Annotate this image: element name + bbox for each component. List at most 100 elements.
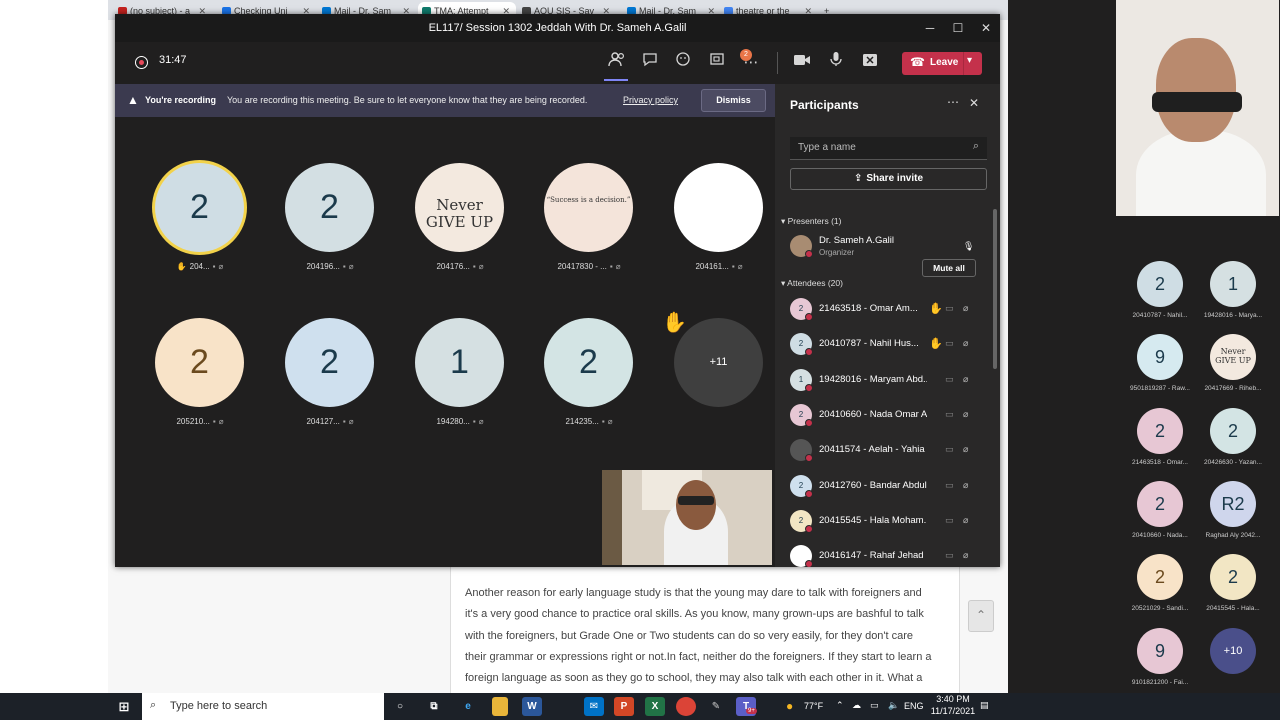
- more-options-icon[interactable]: ⋯: [738, 50, 764, 76]
- participants-icon[interactable]: [604, 50, 630, 76]
- gallery-tile[interactable]: 2 20410787 - Nahil...: [1124, 258, 1196, 328]
- chevron-up-icon[interactable]: ⌃: [836, 700, 844, 711]
- mic-off-icon[interactable]: ⌀: [963, 409, 968, 420]
- system-tray: ● 77°F ⌃ ☁ ▭ 🔈 ENG 3:40 PM 11/17/2021 ▤: [780, 693, 1280, 720]
- participant-tile[interactable]: “Success is a decision.” 20417830 - ... ▪ ⌀: [524, 159, 654, 299]
- gallery-tile[interactable]: 9 9101821200 - Fai...: [1124, 625, 1196, 695]
- dismiss-button[interactable]: Dismiss: [701, 89, 766, 112]
- attendee-row[interactable]: 2 20410660 - Nada Omar A... ▭ ⌀: [775, 398, 1000, 433]
- clock-date[interactable]: 11/17/2021: [928, 706, 978, 716]
- privacy-policy-link[interactable]: Privacy policy: [623, 95, 678, 105]
- self-video-preview[interactable]: [602, 470, 772, 565]
- camera-icon[interactable]: [789, 50, 815, 76]
- participant-tile[interactable]: +11 ✋: [654, 312, 784, 454]
- task-view-icon[interactable]: ⧉: [424, 697, 444, 716]
- mic-off-icon[interactable]: ⌀: [963, 374, 968, 385]
- camera-off-icon: ▪: [731, 262, 735, 271]
- participant-tile[interactable]: Never GIVE UP 204176... ▪ ⌀: [395, 159, 525, 299]
- mail-icon[interactable]: ✉: [584, 697, 604, 716]
- participant-tile[interactable]: 2 204196... ▪ ⌀: [265, 159, 395, 299]
- gallery-tile[interactable]: 2 20415545 - Hala...: [1197, 551, 1269, 621]
- attendee-name: 20410787 - Nahil Hus...: [819, 338, 919, 350]
- attendee-row[interactable]: 1 19428016 - Maryam Abd... ▭ ⌀: [775, 363, 1000, 398]
- clock-time[interactable]: 3:40 PM: [928, 694, 978, 704]
- mute-all-button[interactable]: Mute all: [922, 259, 976, 277]
- attendee-row[interactable]: 2 20412760 - Bandar Abdul... ▭ ⌀: [775, 469, 1000, 504]
- network-icon[interactable]: ☁: [852, 700, 861, 711]
- file-explorer-icon[interactable]: [492, 697, 508, 716]
- attendee-row[interactable]: 2 20410787 - Nahil Hus... ✋ ▭ ⌀: [775, 327, 1000, 362]
- gallery-label: 20410660 - Nada...: [1132, 531, 1188, 539]
- weather-temperature[interactable]: 77°F: [804, 701, 823, 711]
- reactions-icon[interactable]: [670, 50, 696, 76]
- active-tab-underline: [604, 79, 628, 81]
- close-panel-icon[interactable]: ✕: [969, 96, 979, 110]
- mic-off-icon: ⌀: [218, 417, 224, 426]
- volume-icon[interactable]: 🔈: [888, 700, 899, 711]
- presenters-header[interactable]: ▾ Presenters (1): [781, 216, 842, 227]
- edge-icon[interactable]: e: [458, 697, 478, 716]
- panel-more-icon[interactable]: ⋯: [947, 95, 959, 109]
- mic-off-icon[interactable]: ⌀: [963, 480, 968, 491]
- panel-scrollbar[interactable]: [993, 209, 997, 369]
- minimize-icon[interactable]: ─: [916, 14, 944, 42]
- mic-off-icon[interactable]: ⌀: [963, 303, 968, 314]
- gallery-tile[interactable]: 2 20426630 - Yazan...: [1197, 405, 1269, 475]
- presenter-name: Dr. Sameh A.Galil: [819, 235, 894, 246]
- gallery-tile[interactable]: 2 20410660 - Nada...: [1124, 478, 1196, 548]
- gallery-tile[interactable]: 1 19428016 - Marya...: [1197, 258, 1269, 328]
- participant-search-input[interactable]: Type a name ⌕: [790, 137, 987, 160]
- scroll-to-top-button[interactable]: ⌃: [968, 600, 994, 632]
- participant-avatar: 2: [155, 318, 244, 407]
- battery-icon[interactable]: ▭: [870, 700, 879, 711]
- maximize-icon[interactable]: ☐: [944, 14, 972, 42]
- taskbar-search-input[interactable]: ⌕ Type here to search: [142, 693, 384, 720]
- share-screen-icon[interactable]: [857, 50, 883, 76]
- mic-off-icon[interactable]: ⌀: [963, 550, 968, 561]
- gallery-tile[interactable]: 2 21463518 - Omar...: [1124, 405, 1196, 475]
- share-invite-button[interactable]: ⇪ Share invite: [790, 168, 987, 190]
- app-icon[interactable]: ✎: [706, 697, 726, 716]
- participant-tile[interactable]: 2 214235... ▪ ⌀: [524, 314, 654, 454]
- participant-avatar: +11: [674, 318, 763, 407]
- participant-tile[interactable]: 2 204127... ▪ ⌀: [265, 314, 395, 454]
- participant-tile[interactable]: 1 194280... ▪ ⌀: [395, 314, 525, 454]
- gallery-tile[interactable]: 2 20521029 - Sandi...: [1124, 551, 1196, 621]
- attendees-header[interactable]: ▾ Attendees (20): [781, 278, 843, 289]
- camera-off-icon: ▭: [945, 514, 954, 525]
- gallery-avatar: 2: [1210, 554, 1256, 601]
- notification-icon[interactable]: ▤: [980, 700, 989, 711]
- participant-tile[interactable]: 2 205210... ▪ ⌀: [135, 314, 265, 454]
- gallery-tile[interactable]: Never GIVE UP 20417669 - Riheb...: [1197, 331, 1269, 401]
- close-window-icon[interactable]: ✕: [972, 14, 1000, 42]
- participant-tile[interactable]: 2 ✋ 204... ▪ ⌀: [135, 159, 265, 299]
- chevron-down-icon[interactable]: ▾: [967, 55, 972, 66]
- gallery-tile[interactable]: 9 9501819287 - Raw...: [1124, 331, 1196, 401]
- attendee-row[interactable]: 20411574 - Aelah - Yahia ▭ ⌀: [775, 433, 1000, 468]
- phone-hangup-icon: ☎: [910, 55, 925, 69]
- rooms-icon[interactable]: [704, 50, 730, 76]
- windows-start-icon[interactable]: ⊞: [114, 697, 134, 716]
- chrome-icon[interactable]: [676, 697, 696, 716]
- excel-icon[interactable]: X: [645, 697, 665, 716]
- attendee-row[interactable]: 20416147 - Rahaf Jehad ... ▭ ⌀: [775, 539, 1000, 567]
- chat-icon[interactable]: [637, 50, 663, 76]
- attendee-row[interactable]: 2 20415545 - Hala Moham... ▭ ⌀: [775, 504, 1000, 539]
- mic-off-icon[interactable]: ⌀: [963, 338, 968, 349]
- word-icon[interactable]: W: [522, 697, 542, 716]
- input-language[interactable]: ENG: [904, 701, 924, 711]
- presenter-video[interactable]: [1116, 0, 1279, 216]
- attendee-row[interactable]: 2 21463518 - Omar Am... ✋ ▭ ⌀: [775, 292, 1000, 327]
- camera-off-icon: ▭: [945, 408, 954, 419]
- cortana-icon[interactable]: ○: [390, 697, 410, 716]
- leave-label: Leave: [930, 57, 959, 68]
- mic-off-icon[interactable]: ⌀: [963, 515, 968, 526]
- microphone-icon[interactable]: [823, 50, 849, 76]
- gallery-tile[interactable]: +10: [1197, 625, 1269, 695]
- powerpoint-icon[interactable]: P: [614, 697, 634, 716]
- leave-button[interactable]: ☎ Leave ▾: [902, 52, 982, 75]
- participant-tile[interactable]: 204161... ▪ ⌀: [654, 159, 784, 299]
- camera-off-icon: ▪: [609, 262, 613, 271]
- gallery-tile[interactable]: R2 Raghad Aly 2042...: [1197, 478, 1269, 548]
- mic-off-icon[interactable]: ⌀: [963, 444, 968, 455]
